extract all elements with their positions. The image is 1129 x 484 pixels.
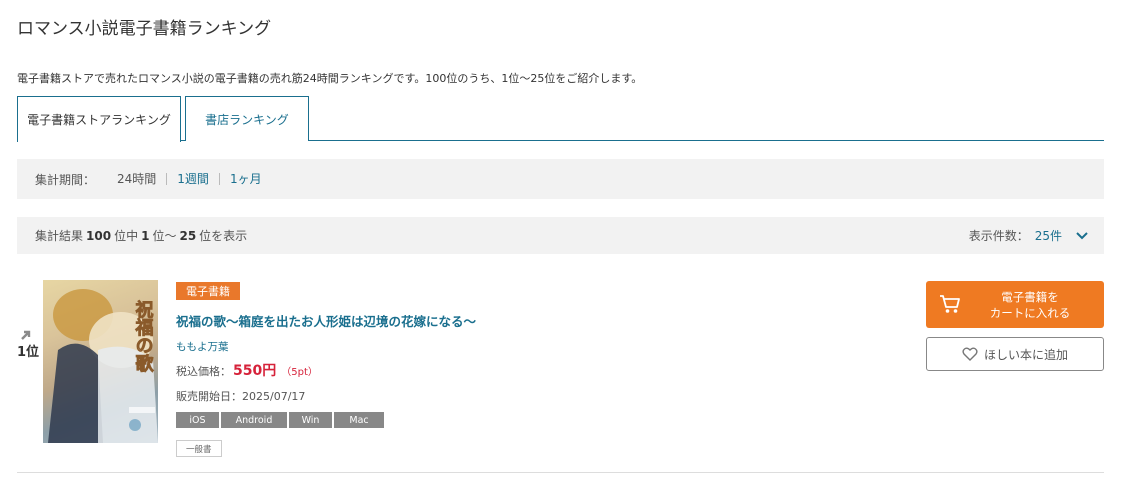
tab-ebook-store-ranking[interactable]: 電子書籍ストアランキング <box>17 96 181 142</box>
chevron-down-icon[interactable] <box>1076 229 1088 243</box>
points-value: （5pt） <box>281 367 318 378</box>
book-cover[interactable]: 祝福の歌 <box>43 280 158 443</box>
per-page-value[interactable]: 25件 <box>1035 227 1062 244</box>
period-option-24h: 24時間 <box>117 172 157 186</box>
price-value: 550円 <box>233 363 277 379</box>
results-mid2: 位〜 <box>152 229 177 243</box>
per-page-selector[interactable]: 表示件数： 25件 <box>969 217 1088 254</box>
results-suffix: 位を表示 <box>199 229 248 243</box>
book-title-link[interactable]: 祝福の歌〜箱庭を出たお人形姫は辺境の花嫁になる〜 <box>176 311 476 330</box>
price-row: 税込価格： 550円 （5pt） <box>176 360 318 380</box>
rank-number: 1位 <box>17 345 40 360</box>
heart-icon <box>962 347 978 361</box>
period-option-1month[interactable]: 1ヶ月 <box>218 173 272 185</box>
platform-mac: Mac <box>334 412 384 428</box>
platform-android: Android <box>221 412 287 428</box>
cart-line1: 電子書籍を <box>1001 290 1059 304</box>
author-link[interactable]: ももよ万葉 <box>176 339 229 354</box>
cover-title-text: 祝福の歌 <box>133 299 155 373</box>
platform-win: Win <box>289 412 332 428</box>
wishlist-label: ほしい本に追加 <box>983 347 1068 362</box>
results-mid1: 位中 <box>114 229 139 243</box>
results-end: 25 <box>179 228 197 243</box>
page-title: ロマンス小説電子書籍ランキング <box>17 19 272 39</box>
platform-ios: iOS <box>176 412 219 428</box>
tab-bookstore-ranking[interactable]: 書店ランキング <box>185 96 309 141</box>
per-page-label: 表示件数： <box>968 229 1029 243</box>
results-total: 100 <box>86 228 112 243</box>
item-divider <box>17 472 1104 473</box>
period-option-1week[interactable]: 1週間 <box>166 173 219 185</box>
period-label: 集計期間： <box>35 172 96 187</box>
period-filter: 集計期間： 24時間 1週間 1ヶ月 <box>17 159 1104 199</box>
add-to-wishlist-button[interactable]: ほしい本に追加 <box>926 337 1104 371</box>
add-to-cart-button[interactable]: 電子書籍を カートに入れる <box>926 281 1104 328</box>
results-start: 1 <box>141 228 150 243</box>
platform-list: iOS Android Win Mac <box>176 412 384 428</box>
ebook-badge: 電子書籍 <box>176 282 240 300</box>
ranking-tabs: 電子書籍ストアランキング 書店ランキング <box>17 96 1104 142</box>
release-date: 販売開始日：2025/07/17 <box>176 390 306 403</box>
page-description: 電子書籍ストアで売れたロマンス小説の電子書籍の売れ筋24時間ランキングです。10… <box>17 72 643 85</box>
price-label: 税込価格： <box>176 365 231 378</box>
results-bar: 集計結果 100 位中 1 位〜 25 位を表示 表示件数： 25件 <box>17 217 1104 254</box>
cart-line2: カートに入れる <box>989 306 1071 320</box>
results-prefix: 集計結果 <box>35 229 84 243</box>
genre-tag: 一般書 <box>176 440 222 457</box>
